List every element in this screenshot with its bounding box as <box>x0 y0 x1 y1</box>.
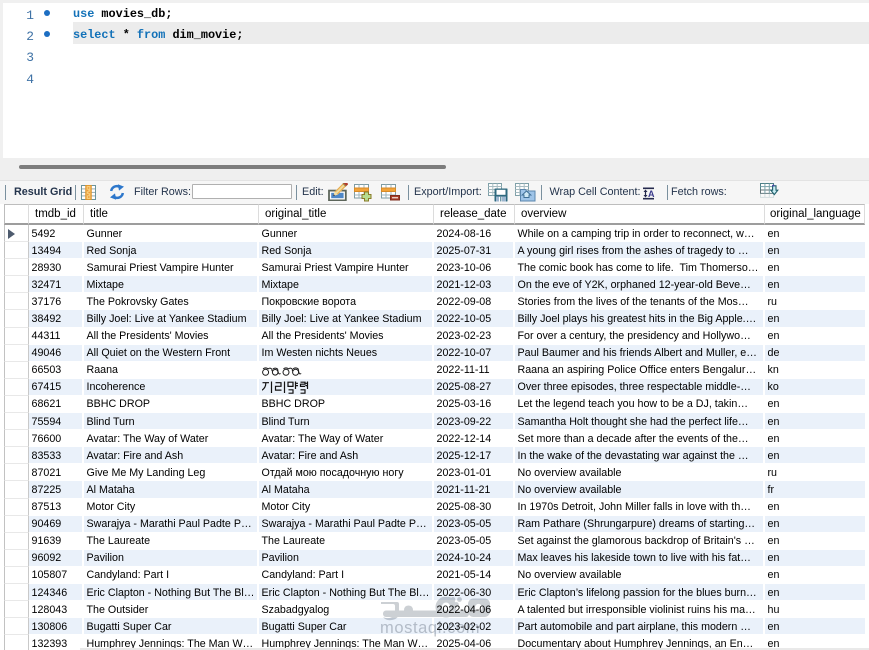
svg-text:A: A <box>648 189 655 199</box>
